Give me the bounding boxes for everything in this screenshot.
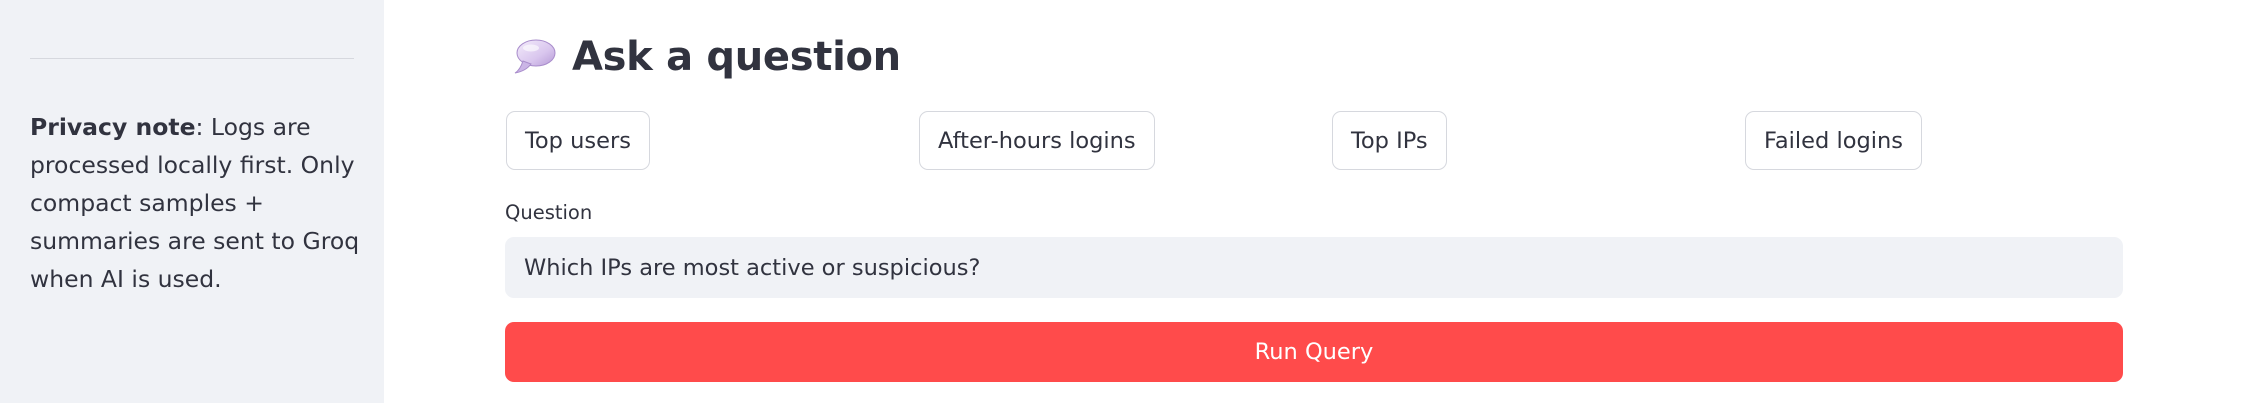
question-label: Question — [505, 201, 593, 224]
quick-query-failed-logins[interactable]: Failed logins — [1745, 111, 1922, 170]
privacy-note-label: Privacy note — [30, 113, 196, 141]
sidebar: Privacy note: Logs are processed locally… — [0, 0, 384, 403]
quick-query-after-hours-logins[interactable]: After-hours logins — [919, 111, 1155, 170]
privacy-note: Privacy note: Logs are processed locally… — [30, 108, 368, 298]
sidebar-divider — [30, 58, 354, 59]
page-title: Ask a question — [572, 34, 901, 80]
question-input[interactable]: Which IPs are most active or suspicious? — [505, 237, 2123, 298]
quick-query-top-users[interactable]: Top users — [506, 111, 650, 170]
run-query-button[interactable]: Run Query — [505, 322, 2123, 382]
speech-balloon-icon — [514, 39, 556, 74]
main-content: Ask a question Top users After-hours log… — [384, 0, 2251, 403]
section-heading: Ask a question — [512, 34, 901, 80]
question-input-value: Which IPs are most active or suspicious? — [524, 254, 981, 281]
quick-query-top-ips[interactable]: Top IPs — [1332, 111, 1447, 170]
